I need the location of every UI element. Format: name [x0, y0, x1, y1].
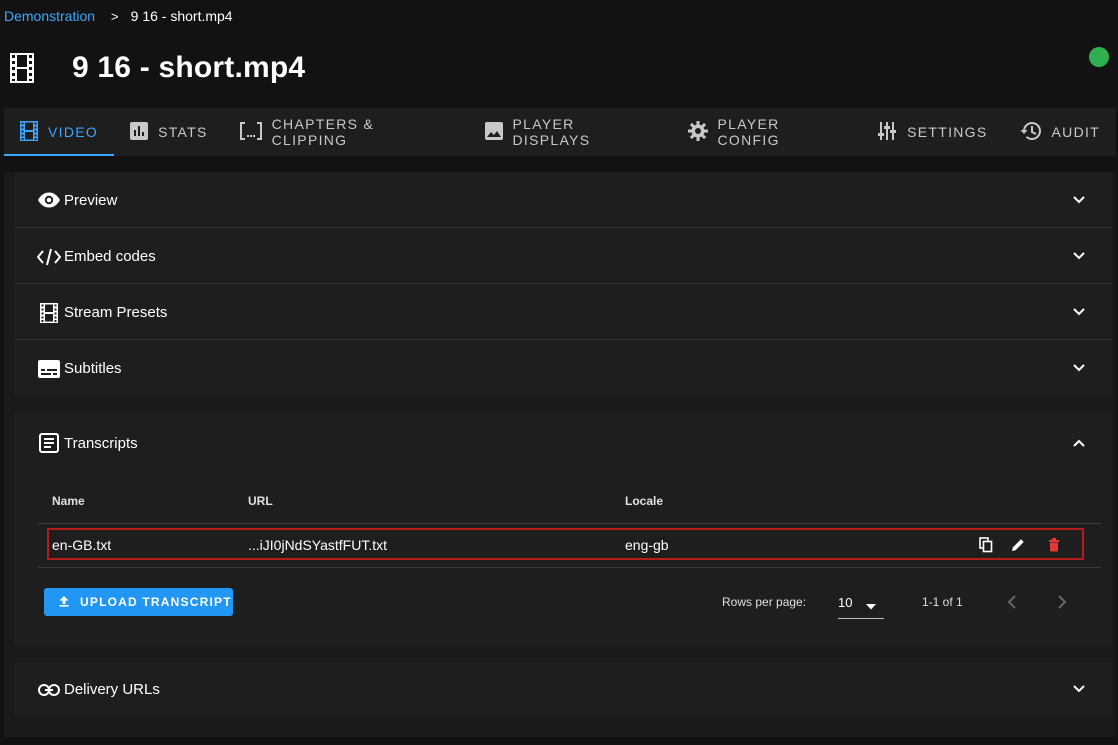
video-film-icon [20, 120, 48, 144]
status-indicator [1089, 47, 1109, 67]
column-header-name[interactable]: Name [52, 494, 85, 508]
page-title: 9 16 - short.mp4 [72, 51, 306, 84]
tab-video[interactable]: VIDEO [4, 108, 115, 156]
bar-chart-icon [130, 121, 158, 143]
tab-audit[interactable]: AUDIT [1004, 108, 1117, 156]
tab-label: SETTINGS [907, 124, 988, 140]
previous-page-icon[interactable] [1007, 595, 1017, 614]
transcript-name: en-GB.txt [52, 537, 112, 553]
pagination-range: 1-1 of 1 [922, 595, 963, 609]
stream-presets-panel: Stream Presets [14, 285, 1112, 340]
table-row[interactable]: en-GB.txt ...iJI0jNdSYastfFUT.txt eng-gb [47, 528, 1084, 560]
panel-title: Stream Presets [64, 304, 168, 321]
brackets-icon [239, 121, 272, 143]
transcript-locale: eng-gb [625, 537, 669, 553]
row-divider [38, 567, 1101, 568]
tab-chapters-clipping[interactable]: CHAPTERS & CLIPPING [224, 108, 469, 156]
panel-title: Delivery URLs [64, 681, 160, 698]
chevron-down-icon[interactable] [1072, 360, 1086, 377]
chevron-up-icon[interactable] [1072, 435, 1086, 452]
tab-player-config[interactable]: PLAYER CONFIG [672, 108, 862, 156]
upload-button-label: UPLOAD TRANSCRIPT [80, 595, 232, 609]
breadcrumb-link-demonstration[interactable]: Demonstration [4, 8, 95, 24]
panel-title: Subtitles [64, 360, 122, 377]
copy-icon[interactable] [977, 536, 995, 554]
video-panels: Preview Embed codes Stream Presets Subti… [4, 172, 1116, 737]
film-icon [37, 301, 61, 325]
gear-icon [687, 120, 718, 144]
rows-per-page-label: Rows per page: [722, 595, 807, 609]
breadcrumb-current: 9 16 - short.mp4 [130, 8, 233, 24]
panel-title: Transcripts [64, 434, 138, 452]
page-header: 9 16 - short.mp4 [10, 50, 305, 86]
embed-codes-header[interactable]: Embed codes [14, 229, 1112, 284]
film-icon [10, 53, 34, 83]
tab-bar: VIDEO STATS CHAPTERS & CLIPPING PLAYER D… [4, 108, 1116, 156]
stream-presets-header[interactable]: Stream Presets [14, 285, 1112, 340]
edit-icon[interactable] [1009, 536, 1027, 554]
breadcrumb-separator: > [111, 8, 119, 24]
column-header-locale[interactable]: Locale [625, 494, 663, 508]
subtitles-header[interactable]: Subtitles [14, 341, 1112, 396]
rows-per-page-select[interactable]: 10 [838, 588, 884, 619]
caret-down-icon [866, 598, 876, 613]
upload-transcript-button[interactable]: UPLOAD TRANSCRIPT [44, 588, 233, 616]
chevron-down-icon[interactable] [1072, 192, 1086, 209]
tab-label: CHAPTERS & CLIPPING [271, 116, 375, 148]
code-icon [37, 245, 61, 269]
document-icon [37, 431, 61, 455]
breadcrumb: Demonstration > 9 16 - short.mp4 [4, 7, 233, 25]
delivery-urls-panel: Delivery URLs [14, 662, 1112, 717]
subtitles-panel: Subtitles [14, 341, 1112, 396]
tab-label: PLAYER CONFIG [717, 116, 780, 148]
tab-stats[interactable]: STATS [114, 108, 224, 156]
transcript-url: ...iJI0jNdSYastfFUT.txt [248, 537, 387, 553]
tab-player-displays[interactable]: PLAYER DISPLAYS [469, 108, 672, 156]
upload-icon [44, 595, 80, 610]
sliders-icon [877, 121, 907, 144]
delivery-urls-header[interactable]: Delivery URLs [14, 662, 1112, 717]
chevron-down-icon[interactable] [1072, 681, 1086, 698]
image-icon [484, 121, 513, 143]
chevron-down-icon[interactable] [1072, 248, 1086, 265]
embed-codes-panel: Embed codes [14, 229, 1112, 284]
tab-settings[interactable]: SETTINGS [861, 108, 1003, 156]
rows-per-page-value: 10 [838, 595, 853, 610]
transcripts-header[interactable]: Transcripts [14, 412, 1112, 474]
tab-label: PLAYER DISPLAYS [512, 116, 591, 148]
transcripts-table: Name URL Locale en-GB.txt ...iJI0jNdSYas… [38, 474, 1101, 574]
transcripts-panel: Transcripts Name URL Locale en-GB.txt ..… [14, 412, 1112, 646]
next-page-icon[interactable] [1057, 595, 1067, 614]
subtitles-icon [37, 357, 61, 381]
panel-title: Embed codes [64, 248, 156, 265]
history-icon [1020, 121, 1052, 144]
tab-label: STATS [158, 124, 208, 140]
delete-icon[interactable] [1045, 536, 1063, 554]
tab-label: AUDIT [1051, 124, 1101, 140]
column-header-url[interactable]: URL [248, 494, 273, 508]
header-divider [38, 523, 1101, 524]
eye-icon [37, 188, 61, 212]
tab-label: VIDEO [48, 124, 99, 140]
link-icon [37, 678, 61, 702]
panel-title: Preview [64, 191, 118, 209]
chevron-down-icon[interactable] [1072, 304, 1086, 321]
preview-panel: Preview [14, 172, 1112, 228]
preview-header[interactable]: Preview [14, 172, 1112, 228]
